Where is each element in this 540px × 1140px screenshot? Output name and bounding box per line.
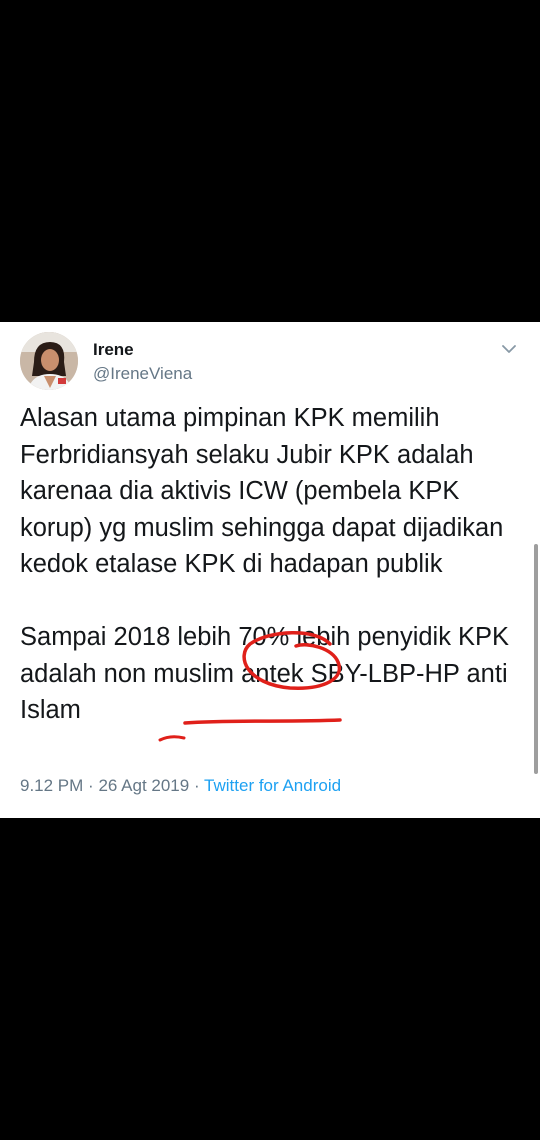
meta-separator: · bbox=[88, 776, 94, 795]
tweet-meta: 9.12 PM · 26 Agt 2019 · Twitter for Andr… bbox=[20, 776, 341, 796]
tweet-card: Irene @IreneViena Alasan utama pimpinan … bbox=[0, 322, 540, 818]
profile-photo bbox=[20, 332, 78, 390]
chevron-down-icon[interactable] bbox=[500, 340, 518, 358]
user-handle[interactable]: @IreneViena bbox=[93, 364, 192, 384]
tweet-source-link[interactable]: Twitter for Android bbox=[204, 776, 341, 795]
avatar[interactable] bbox=[20, 332, 78, 390]
tweet-text: Alasan utama pimpinan KPK memilih Ferbri… bbox=[20, 404, 510, 724]
tweet-time: 9.12 PM bbox=[20, 776, 84, 795]
display-name[interactable]: Irene bbox=[93, 340, 134, 360]
tweet-date: 26 Agt 2019 bbox=[98, 776, 190, 795]
scrollbar[interactable] bbox=[534, 544, 538, 774]
meta-separator: · bbox=[193, 776, 200, 795]
